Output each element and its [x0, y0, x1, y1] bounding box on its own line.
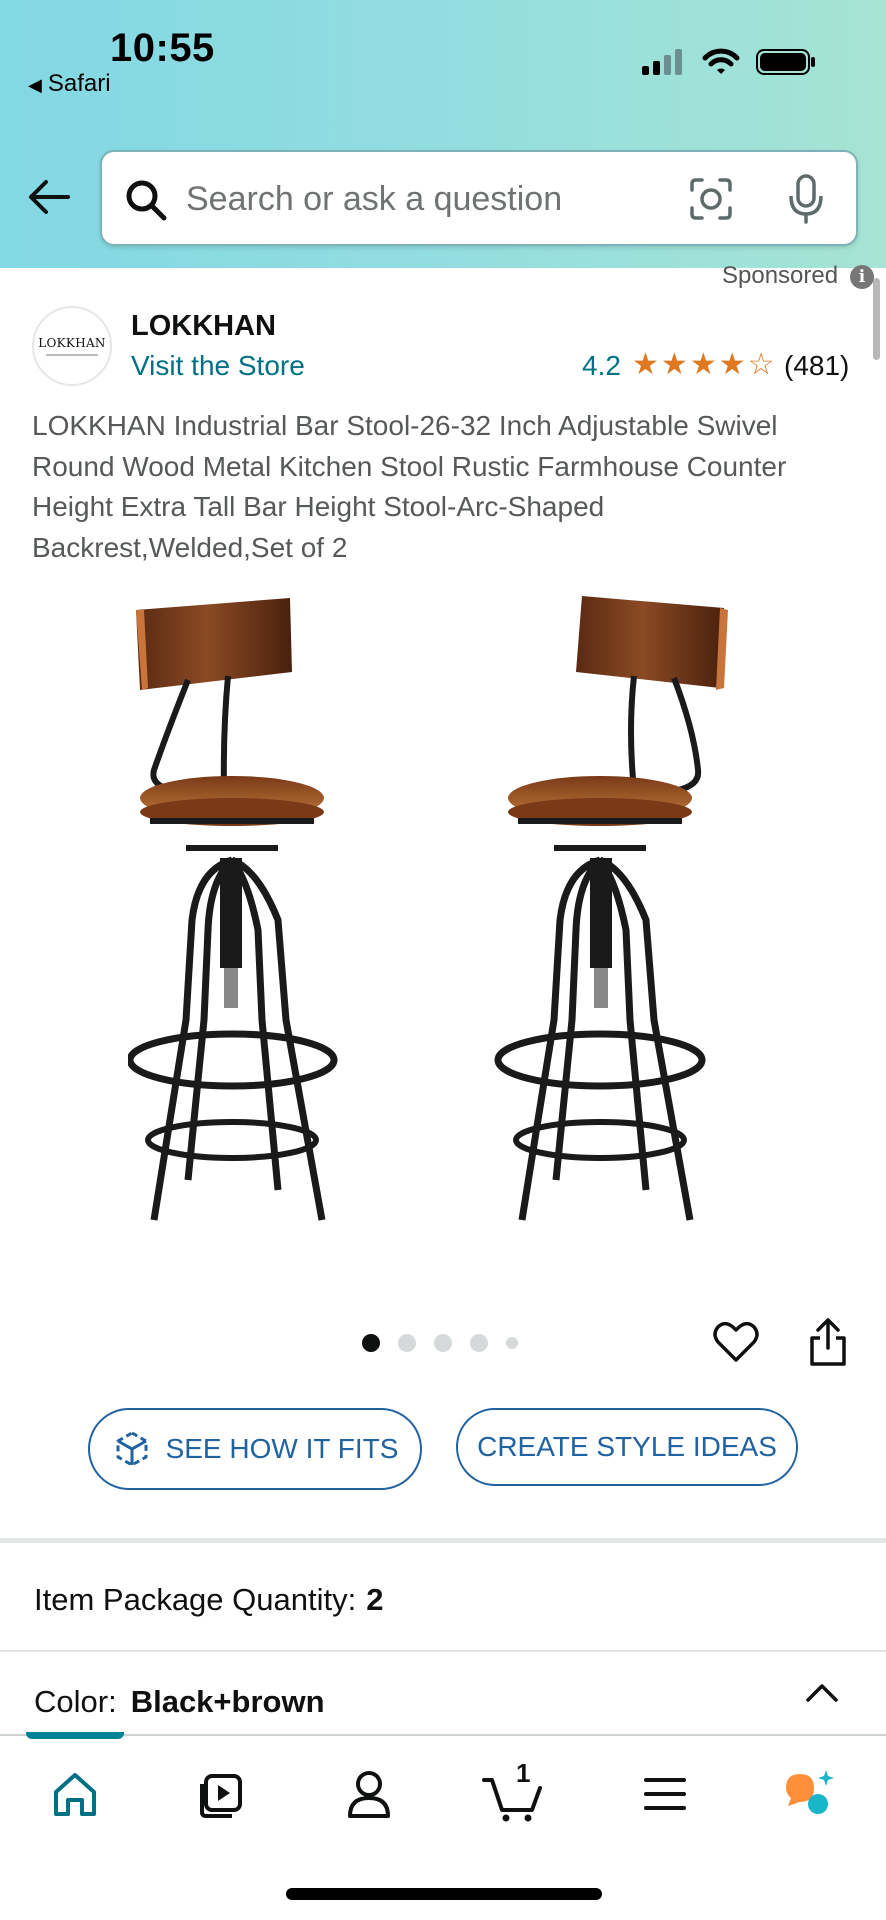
back-arrow-icon[interactable]	[24, 172, 74, 222]
camera-lens-icon[interactable]	[688, 176, 734, 222]
video-icon[interactable]	[196, 1766, 246, 1822]
battery-icon	[756, 49, 815, 75]
carousel-dot[interactable]	[470, 1334, 488, 1352]
star-rating[interactable]: ★ ★ ★ ★ ☆	[632, 350, 775, 380]
image-carousel-dots[interactable]	[362, 1334, 518, 1352]
color-row[interactable]: Color: Black+brown	[34, 1684, 325, 1720]
heart-icon[interactable]	[712, 1318, 760, 1366]
color-label: Color:	[34, 1684, 117, 1719]
share-icon[interactable]	[806, 1316, 850, 1368]
app-header: 10:55 ◀ Safari Search or ask a question	[0, 0, 886, 268]
chevron-up-icon[interactable]	[804, 1680, 840, 1706]
home-indicator[interactable]	[286, 1888, 602, 1900]
package-quantity-value: 2	[366, 1582, 384, 1617]
star-full-icon: ★	[718, 348, 746, 381]
carousel-dot[interactable]	[362, 1334, 380, 1352]
back-to-app[interactable]: ◀ Safari	[28, 70, 111, 98]
scrollbar-thumb[interactable]	[873, 278, 880, 360]
row-divider	[0, 1650, 886, 1652]
see-how-it-fits-label: SEE HOW IT FITS	[165, 1433, 399, 1464]
ar-cube-icon	[116, 1431, 148, 1467]
active-tab-indicator	[26, 1732, 124, 1739]
microphone-icon[interactable]	[786, 172, 826, 226]
cellular-signal-icon	[642, 49, 682, 75]
rufus-icon[interactable]	[780, 1766, 838, 1822]
review-count[interactable]: (481)	[784, 350, 849, 382]
create-style-ideas-button[interactable]: CREATE STYLE IDEAS	[456, 1408, 798, 1486]
rating-value[interactable]: 4.2	[582, 350, 621, 382]
search-input[interactable]: Search or ask a question	[186, 180, 562, 219]
carousel-dot[interactable]	[434, 1334, 452, 1352]
status-time: 10:55	[110, 26, 215, 70]
create-style-ideas-label: CREATE STYLE IDEAS	[477, 1431, 777, 1462]
star-full-icon: ★	[689, 348, 717, 381]
package-quantity-row[interactable]: Item Package Quantity: 2	[34, 1582, 383, 1618]
carousel-dot[interactable]	[398, 1334, 416, 1352]
brand-name: LOKKHAN	[131, 310, 276, 342]
home-icon[interactable]	[50, 1766, 100, 1822]
menu-icon[interactable]	[642, 1766, 688, 1822]
right-stool	[494, 596, 728, 1221]
account-icon[interactable]	[344, 1766, 394, 1822]
visit-store-link[interactable]: Visit the Store	[131, 350, 305, 382]
wifi-icon	[702, 48, 740, 74]
back-app-label: Safari	[47, 70, 111, 97]
store-logo[interactable]: LOKKHAN	[32, 306, 112, 386]
star-empty-icon: ☆	[747, 348, 775, 381]
section-divider	[0, 1538, 886, 1543]
left-stool	[128, 598, 338, 1221]
star-full-icon: ★	[632, 348, 659, 381]
see-how-it-fits-button[interactable]: SEE HOW IT FITS	[88, 1408, 422, 1490]
color-value: Black+brown	[130, 1684, 325, 1719]
product-title: LOKKHAN Industrial Bar Stool-26-32 Inch …	[32, 410, 787, 563]
cart-icon[interactable]	[482, 1766, 546, 1822]
cart-count: 1	[516, 1758, 531, 1788]
star-full-icon: ★	[660, 348, 688, 381]
search-bar[interactable]: Search or ask a question	[100, 150, 858, 246]
status-icons	[642, 48, 816, 76]
package-quantity-label: Item Package Quantity:	[34, 1582, 357, 1617]
store-logo-underline	[46, 354, 98, 356]
carousel-dot[interactable]	[506, 1337, 518, 1349]
sponsored-label: Sponsored	[722, 262, 839, 289]
product-image-bar-stools[interactable]	[128, 580, 768, 1260]
info-icon[interactable]: i	[850, 265, 874, 289]
search-icon	[126, 180, 167, 221]
store-logo-text: LOKKHAN	[38, 336, 106, 350]
back-triangle-icon: ◀	[28, 75, 42, 95]
